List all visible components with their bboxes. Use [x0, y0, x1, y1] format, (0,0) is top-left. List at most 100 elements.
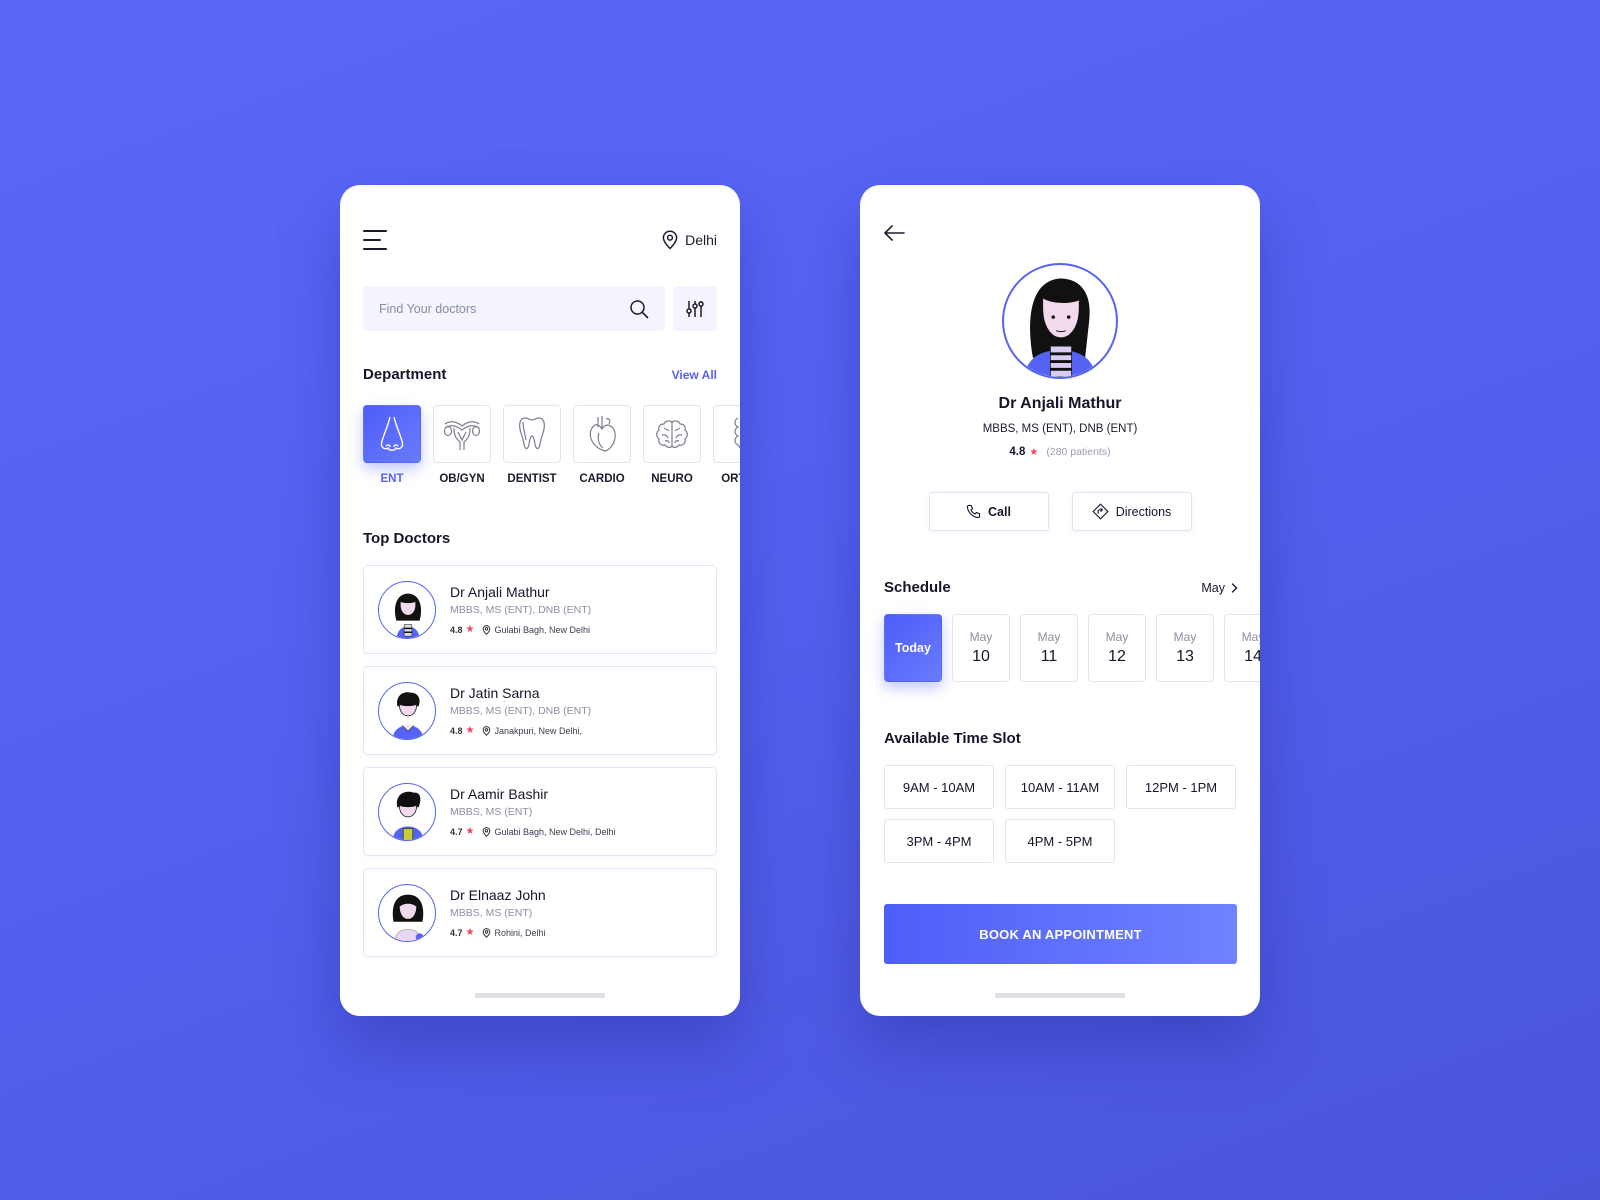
date-day: 11	[1040, 648, 1058, 665]
patient-count: (280 patients)	[1046, 446, 1111, 458]
star-icon: ★	[465, 927, 475, 938]
doctor-card[interactable]: Dr Anjali Mathur MBBS, MS (ENT), DNB (EN…	[363, 565, 717, 654]
address-text: Gulabi Bagh, New Delhi	[494, 624, 591, 635]
search-icon[interactable]	[629, 299, 649, 319]
directions-button[interactable]: Directions	[1071, 492, 1192, 531]
doctor-name: Dr Jatin Sarna	[450, 685, 540, 701]
home-indicator	[995, 993, 1125, 998]
doctor-name: Dr Anjali Mathur	[998, 395, 1122, 412]
department-tile	[713, 405, 740, 463]
directions-label: Directions	[1115, 504, 1172, 519]
book-appointment-button[interactable]: BOOK AN APPOINTMENT	[884, 904, 1237, 964]
department-header: Department View All	[363, 366, 717, 383]
department-label: NEURO	[651, 473, 693, 485]
department-dentist[interactable]: DENTIST	[503, 405, 561, 485]
doctor-meta: 4.7 ★ Rohini, Delhi	[450, 927, 546, 938]
doctor-avatar	[378, 580, 436, 639]
date-tile[interactable]: May 12	[1088, 614, 1146, 682]
directions-icon	[1092, 503, 1109, 520]
time-slot[interactable]: 10AM - 11AM	[1005, 765, 1115, 809]
department-label: ENT	[380, 473, 404, 485]
doctor-rating: 4.7 ★	[450, 826, 474, 837]
schedule-header: Schedule May	[884, 579, 1238, 596]
department-label: OB/GYN	[439, 473, 485, 485]
doctor-qualifications: MBBS, MS (ENT), DNB (ENT)	[450, 604, 592, 616]
doctor-address: Rohini, Delhi	[482, 927, 546, 938]
date-month: May	[969, 630, 993, 644]
location-pin-icon	[483, 624, 491, 635]
doctor-avatar	[378, 782, 436, 841]
star-icon: ★	[465, 725, 475, 736]
location-selector[interactable]: Delhi	[661, 230, 717, 250]
time-slot[interactable]: 4PM - 5PM	[1005, 819, 1115, 863]
bone-icon	[734, 417, 740, 449]
location-pin-icon	[483, 725, 491, 736]
search-box	[363, 286, 665, 331]
department-list[interactable]: ENT OB/GYN DENTIST CARDIO NEURO OR	[363, 405, 740, 485]
department-tile	[643, 405, 701, 463]
schedule-title: Schedule	[884, 579, 951, 596]
department-tile	[573, 405, 631, 463]
address-text: Janakpuri, New Delhi,	[494, 725, 583, 736]
view-all-link[interactable]: View All	[672, 368, 717, 382]
back-arrow-icon[interactable]	[882, 223, 906, 243]
doctor-rating: 4.8 ★ (280 patients)	[860, 446, 1260, 458]
doctor-list: Dr Anjali Mathur MBBS, MS (ENT), DNB (EN…	[363, 565, 717, 989]
department-ortho[interactable]: ORTHO	[713, 405, 740, 485]
doctor-info: Dr Aamir Bashir MBBS, MS (ENT) 4.7 ★ Gula…	[450, 786, 616, 837]
top-bar: Delhi	[363, 227, 717, 253]
department-label: DENTIST	[507, 473, 557, 485]
doctor-meta: 4.8 ★ Gulabi Bagh, New Delhi	[450, 624, 591, 635]
doctor-card[interactable]: Dr Jatin Sarna MBBS, MS (ENT), DNB (ENT)…	[363, 666, 717, 755]
filter-button[interactable]	[673, 286, 717, 331]
month-selector[interactable]: May	[1201, 581, 1238, 595]
doctor-address: Gulabi Bagh, New Delhi	[482, 625, 590, 635]
department-cardio[interactable]: CARDIO	[573, 405, 631, 485]
brain-icon	[656, 420, 688, 448]
doctor-name: Dr Elnaaz John	[450, 887, 546, 903]
star-icon: ★	[1029, 446, 1039, 458]
rating-value: 4.7	[450, 826, 463, 837]
search-row	[363, 286, 717, 331]
doctor-card[interactable]: Dr Aamir Bashir MBBS, MS (ENT) 4.7 ★ Gula…	[363, 767, 717, 856]
doctor-qualifications: MBBS, MS (ENT), DNB (ENT)	[982, 423, 1138, 435]
date-tile[interactable]: May 11	[1020, 614, 1078, 682]
doctor-address: Gulabi Bagh, New Delhi, Delhi	[482, 826, 616, 837]
address-text: Rohini, Delhi	[494, 927, 546, 938]
date-tile[interactable]: May 14	[1224, 614, 1260, 682]
bottom-fade	[340, 966, 740, 1016]
doctor-rating: 4.8 ★	[450, 624, 474, 635]
date-month: May	[1173, 630, 1197, 644]
department-tile	[433, 405, 491, 463]
search-input[interactable]	[379, 301, 629, 316]
date-tile[interactable]: May 13	[1156, 614, 1214, 682]
date-today[interactable]: Today	[884, 614, 942, 682]
doctor-card[interactable]: Dr Elnaaz John MBBS, MS (ENT) 4.7 ★ Rohin…	[363, 868, 717, 957]
chevron-right-icon	[1231, 582, 1238, 593]
call-button[interactable]: Call	[928, 492, 1049, 531]
doctor-name: Dr Aamir Bashir	[450, 786, 549, 802]
department-label: ORTHO	[721, 473, 740, 485]
time-slot[interactable]: 3PM - 4PM	[884, 819, 994, 863]
doctor-qualifications: MBBS, MS (ENT)	[450, 806, 533, 818]
time-slot[interactable]: 9AM - 10AM	[884, 765, 994, 809]
date-tile[interactable]: May 10	[952, 614, 1010, 682]
department-obgyn[interactable]: OB/GYN	[433, 405, 491, 485]
doctor-address: Janakpuri, New Delhi,	[482, 726, 582, 736]
date-day: 12	[1108, 648, 1126, 665]
top-doctors-header: Top Doctors	[363, 530, 717, 547]
hamburger-menu-icon[interactable]	[363, 230, 387, 250]
time-slot[interactable]: 12PM - 1PM	[1126, 765, 1236, 809]
date-month: May	[1241, 630, 1260, 644]
department-neuro[interactable]: NEURO	[643, 405, 701, 485]
department-tile	[503, 405, 561, 463]
rating-value: 4.8	[450, 624, 463, 635]
department-ent[interactable]: ENT	[363, 405, 421, 485]
doctor-name: Dr Anjali Mathur	[450, 584, 550, 600]
date-picker[interactable]: Today May 10 May 11 May 12 May 13 May 14	[884, 614, 1260, 682]
location-pin-icon	[483, 826, 491, 837]
date-day: 14	[1244, 648, 1260, 665]
rating-value: 4.7	[450, 927, 463, 938]
doctor-info: Dr Anjali Mathur MBBS, MS (ENT), DNB (EN…	[450, 584, 591, 635]
doctor-meta: 4.8 ★ Janakpuri, New Delhi,	[450, 725, 591, 736]
